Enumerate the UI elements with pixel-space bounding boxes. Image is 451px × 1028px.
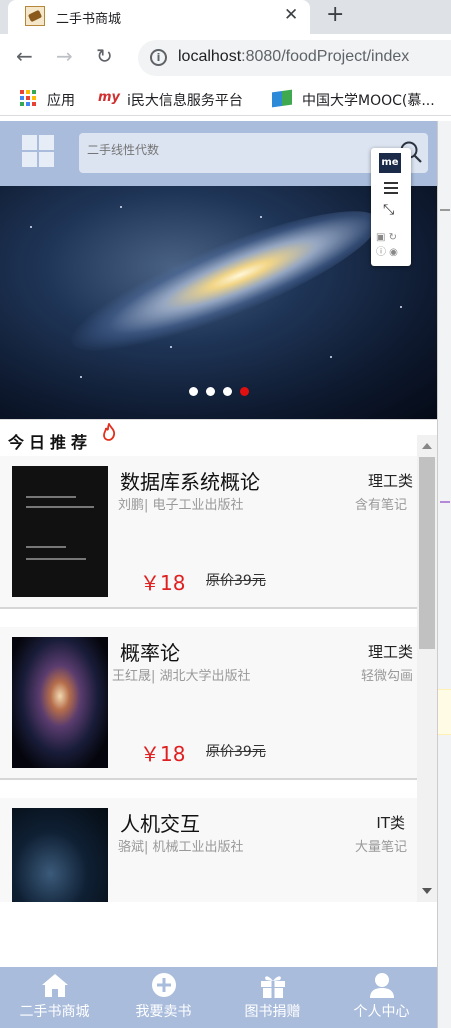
browser-toolbar: ← → ↻ i localhost:8080/foodProject/index [0, 34, 451, 82]
scroll-down-arrow-icon[interactable] [422, 888, 432, 894]
book-card[interactable]: 人机交互 IT类 骆斌| 机械工业出版社 大量笔记 [0, 798, 417, 902]
extension-logo[interactable]: me [379, 153, 401, 173]
warning-row [438, 689, 451, 735]
mooc-logo-icon [272, 89, 292, 108]
nav-label: 个人中心 [353, 1004, 410, 1020]
book-condition: 轻微勾画 [360, 669, 413, 684]
carousel-dot[interactable] [223, 387, 232, 396]
carousel-dot[interactable] [189, 387, 198, 396]
devtools-panel-edge [437, 121, 451, 1028]
back-arrow-icon[interactable]: ← [16, 44, 33, 68]
url-text: localhost:8080/foodProject/index [178, 48, 409, 66]
book-category: IT类 [376, 814, 405, 832]
book-title[interactable]: 人机交互 [120, 808, 200, 837]
extension-status-icons: ▣ ↻ ⓘ ◉ [376, 232, 398, 258]
nav-item-sell[interactable]: 我要卖书 [109, 967, 218, 1023]
book-publisher: 电子工业出版社 [152, 498, 244, 513]
recommend-header: 今日推荐 [0, 419, 437, 456]
carousel-dot[interactable] [240, 387, 249, 396]
url-host: localhost [178, 48, 242, 65]
bookmarks-bar: 应用 my i民大信息服务平台 中国大学MOOC(慕... [0, 82, 451, 116]
category-grid-icon[interactable] [22, 135, 54, 167]
book-publisher: 机械工业出版社 [152, 840, 244, 855]
book-price: ￥18 [140, 742, 186, 766]
book-publisher: 湖北大学出版社 [159, 669, 251, 684]
book-category: 理工类 [367, 643, 413, 661]
address-bar[interactable]: i localhost:8080/foodProject/index [138, 40, 451, 76]
book-author: 王红晟 [112, 669, 152, 684]
nav-label: 图书捐赠 [244, 1004, 301, 1020]
extension-popup: me ⤡ ▣ ↻ ⓘ ◉ [371, 148, 411, 266]
browser-tab[interactable]: 二手书商城 ✕ [8, 0, 310, 34]
book-condition: 含有笔记 [354, 498, 407, 513]
new-tab-icon[interactable]: + [326, 2, 344, 27]
fire-icon [103, 423, 116, 441]
magic-wand-icon[interactable]: ⤡ [383, 202, 394, 218]
scrollbar-thumb[interactable] [419, 457, 435, 649]
plus-circle-icon [152, 973, 176, 997]
page-viewport: me ⤡ ▣ ↻ⓘ ◉ 今日推荐 数据库系统概论 理工类 刘鹏| 电子工业出版社… [0, 121, 437, 1028]
info-icon[interactable]: i [150, 49, 167, 66]
galaxy-image [58, 186, 392, 376]
nav-item-store[interactable]: 二手书商城 [0, 967, 109, 1023]
book-author-publisher: 王红晟| 湖北大学出版社 [112, 669, 251, 684]
book-category: 理工类 [367, 472, 413, 490]
user-icon [370, 973, 394, 998]
book-cover-image [12, 808, 108, 902]
menu-icon[interactable] [384, 182, 398, 197]
carousel-dot[interactable] [206, 387, 215, 396]
bookmark-apps[interactable]: 应用 [47, 90, 75, 110]
home-icon [42, 974, 68, 997]
forward-arrow-icon[interactable]: → [56, 44, 73, 68]
book-card[interactable]: 概率论 理工类 王红晟| 湖北大学出版社 轻微勾画 ￥18 原价39元 [0, 627, 417, 780]
book-author-publisher: 骆斌| 机械工业出版社 [118, 840, 244, 855]
book-author: 刘鹏 [118, 498, 145, 513]
book-author: 骆斌 [118, 840, 145, 855]
book-card[interactable]: 数据库系统概论 理工类 刘鹏| 电子工业出版社 含有笔记 ￥18 原价39元 [0, 456, 417, 609]
list-scrollbar[interactable] [417, 435, 437, 902]
nav-label: 我要卖书 [135, 1004, 192, 1020]
book-condition: 大量笔记 [354, 840, 407, 855]
apps-grid-icon[interactable] [20, 90, 36, 106]
bottom-nav: 二手书商城 我要卖书 图书捐赠 个人中心 [0, 967, 437, 1028]
nav-label: 二手书商城 [19, 1004, 90, 1020]
recommend-title: 今日推荐 [8, 433, 93, 452]
tab-title: 二手书商城 [56, 12, 122, 27]
reload-icon[interactable]: ↻ [96, 44, 113, 68]
nav-item-donate[interactable]: 图书捐赠 [218, 967, 327, 1023]
book-list: 数据库系统概论 理工类 刘鹏| 电子工业出版社 含有笔记 ￥18 原价39元 概… [0, 456, 417, 902]
book-cover-image [12, 637, 108, 768]
bookmark-info-platform[interactable]: i民大信息服务平台 [127, 90, 243, 110]
book-title[interactable]: 概率论 [120, 637, 180, 666]
book-original-price: 原价39元 [206, 573, 266, 589]
url-path: :8080/foodProject/index [241, 48, 410, 65]
book-price: ￥18 [140, 571, 186, 595]
book-original-price: 原价39元 [206, 744, 266, 760]
bookmark-mooc[interactable]: 中国大学MOOC(慕... [302, 90, 435, 110]
book-cover-image [12, 466, 108, 597]
my-logo-icon: my [98, 90, 121, 105]
close-tab-icon[interactable]: ✕ [284, 5, 298, 25]
search-input[interactable] [87, 143, 367, 157]
nav-item-profile[interactable]: 个人中心 [327, 967, 436, 1023]
book-title[interactable]: 数据库系统概论 [120, 466, 260, 495]
browser-tabbar: 二手书商城 ✕ + [0, 0, 451, 34]
book-author-publisher: 刘鹏| 电子工业出版社 [118, 498, 244, 513]
gift-icon [261, 976, 285, 998]
scroll-up-arrow-icon[interactable] [422, 443, 432, 449]
site-favicon-icon [25, 6, 45, 26]
